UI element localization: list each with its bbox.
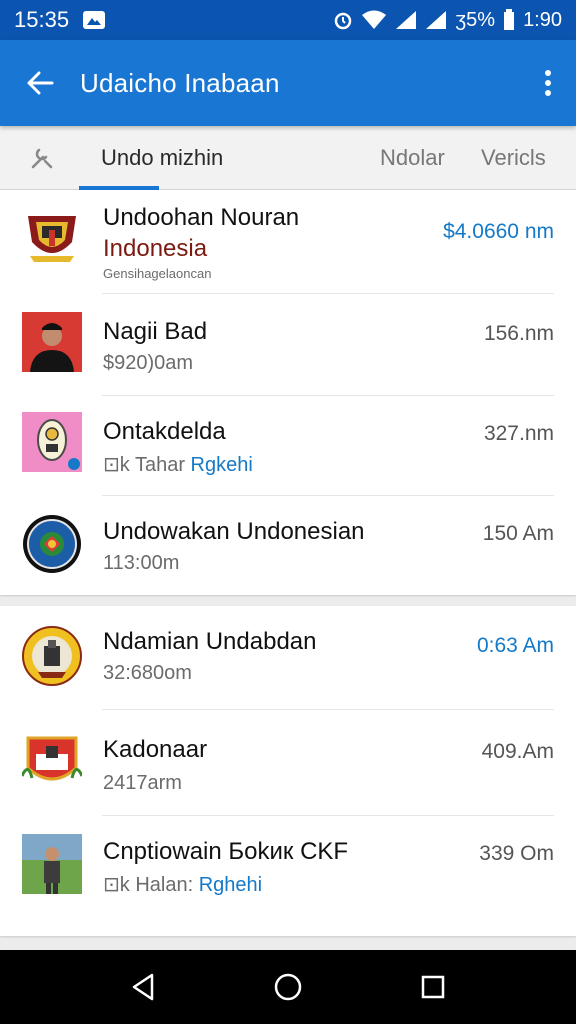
list-item[interactable]: Undoohan Nouran Indonesia Gensihagelaonc… <box>0 190 576 294</box>
arrow-left-icon <box>27 71 54 95</box>
pink-badge-icon <box>22 412 82 472</box>
signal-icon <box>396 11 417 29</box>
list-item[interactable]: Kadonaar 2417arm 409.Am <box>0 710 576 816</box>
item-title: Cnptiowain Бokик CKF <box>103 838 349 865</box>
nav-home-button[interactable] <box>258 957 318 1017</box>
status-bar: 15:35 ʒ5% 1:90 <box>0 0 576 40</box>
list-item[interactable]: Ndamian Undabdan 32:680om 0:63 Am <box>0 606 576 710</box>
tab-ndolar[interactable]: Ndolar <box>380 126 445 190</box>
tab-vericls[interactable]: Vericls <box>481 126 546 190</box>
battery-percent: ʒ5% <box>455 8 496 31</box>
battery-icon <box>504 9 515 30</box>
item-country: Indonesia <box>103 235 208 262</box>
item-meta: 150 Am <box>482 522 554 545</box>
item-subtitle-link[interactable]: Rghehi <box>199 874 262 896</box>
item-subtitle-link[interactable]: Rgkehi <box>191 454 253 476</box>
wifi-icon <box>362 10 387 29</box>
nav-recents-button[interactable] <box>403 957 463 1017</box>
item-subtitle: 32:680om <box>103 662 192 684</box>
status-icons: ʒ5% 1:90 <box>333 9 562 32</box>
system-nav-bar <box>0 950 576 1024</box>
person-photo-icon <box>22 312 82 372</box>
list-item[interactable]: Undowakan Undonesian 113:00m 150 Am <box>0 496 576 595</box>
status-time: 15:35 <box>14 7 70 32</box>
tools-icon <box>31 148 53 169</box>
item-meta: $4.0660 nm <box>443 220 554 243</box>
round-seal-icon <box>22 514 82 574</box>
tab-undo[interactable]: Undo mizhin <box>101 126 223 190</box>
item-title: Undowakan Undonesian <box>103 518 365 545</box>
nav-back-button[interactable] <box>113 957 173 1017</box>
circle-home-icon <box>274 973 302 1001</box>
item-subtitle: 113:00m <box>103 552 180 574</box>
status-clock: 1:90 <box>523 8 562 31</box>
tools-tab-button[interactable] <box>26 142 58 174</box>
item-subtitle: ⊡k Halan: Rghehi <box>103 872 262 897</box>
signal-icon-2 <box>426 11 447 29</box>
item-title: Undoohan Nouran <box>103 204 300 231</box>
item-title: Ontakdelda <box>103 418 226 445</box>
item-title: Kadonaar <box>103 736 208 763</box>
app-bar: Udaicho Inabaan <box>0 40 576 126</box>
item-subtitle: $920)0am <box>103 352 194 374</box>
yellow-seal-icon <box>22 626 82 686</box>
list-item[interactable]: Cnptiowain Бokик CKF ⊡k Halan: Rghehi 33… <box>0 816 576 926</box>
garuda-emblem-icon <box>22 208 82 268</box>
list-item[interactable]: Nagii Bad $920)0am 156.nm <box>0 294 576 396</box>
item-meta: 0:63 Am <box>476 634 554 657</box>
list-card-1: Undoohan Nouran Indonesia Gensihagelaonc… <box>0 190 576 595</box>
item-meta: 339 Оm <box>479 842 554 865</box>
item-title: Nagii Bad <box>103 318 208 345</box>
triangle-back-icon <box>132 973 153 1001</box>
more-options-button[interactable] <box>520 40 576 126</box>
item-meta: 327.nm <box>483 422 554 445</box>
item-caption: Gensihagelaoncan <box>103 266 212 281</box>
back-button[interactable] <box>0 40 80 126</box>
item-subtitle-prefix: ⊡k Halan: <box>103 874 199 896</box>
list-card-2: Ndamian Undabdan 32:680om 0:63 Am Kadona… <box>0 606 576 936</box>
more-vert-icon <box>545 70 551 96</box>
list-item[interactable]: Ontakdelda ⊡k Tahar Rgkehi 327.nm <box>0 396 576 496</box>
page-title: Udaicho Inabaan <box>80 67 280 98</box>
item-meta: 156.nm <box>483 322 554 345</box>
square-recents-icon <box>422 975 445 999</box>
alarm-icon <box>335 12 352 30</box>
item-subtitle: ⊡k Tahar Rgkehi <box>103 452 253 477</box>
red-crest-icon <box>22 732 82 792</box>
item-title: Ndamian Undabdan <box>103 628 317 655</box>
image-notification-icon <box>83 11 106 29</box>
item-meta: 409.Am <box>481 740 554 763</box>
item-subtitle: 2417arm <box>103 772 182 794</box>
item-subtitle-prefix: ⊡k Tahar <box>103 454 191 476</box>
outdoor-photo-icon <box>22 834 82 894</box>
tab-bar: Undo mizhin Ndolar Vericls <box>0 126 576 190</box>
